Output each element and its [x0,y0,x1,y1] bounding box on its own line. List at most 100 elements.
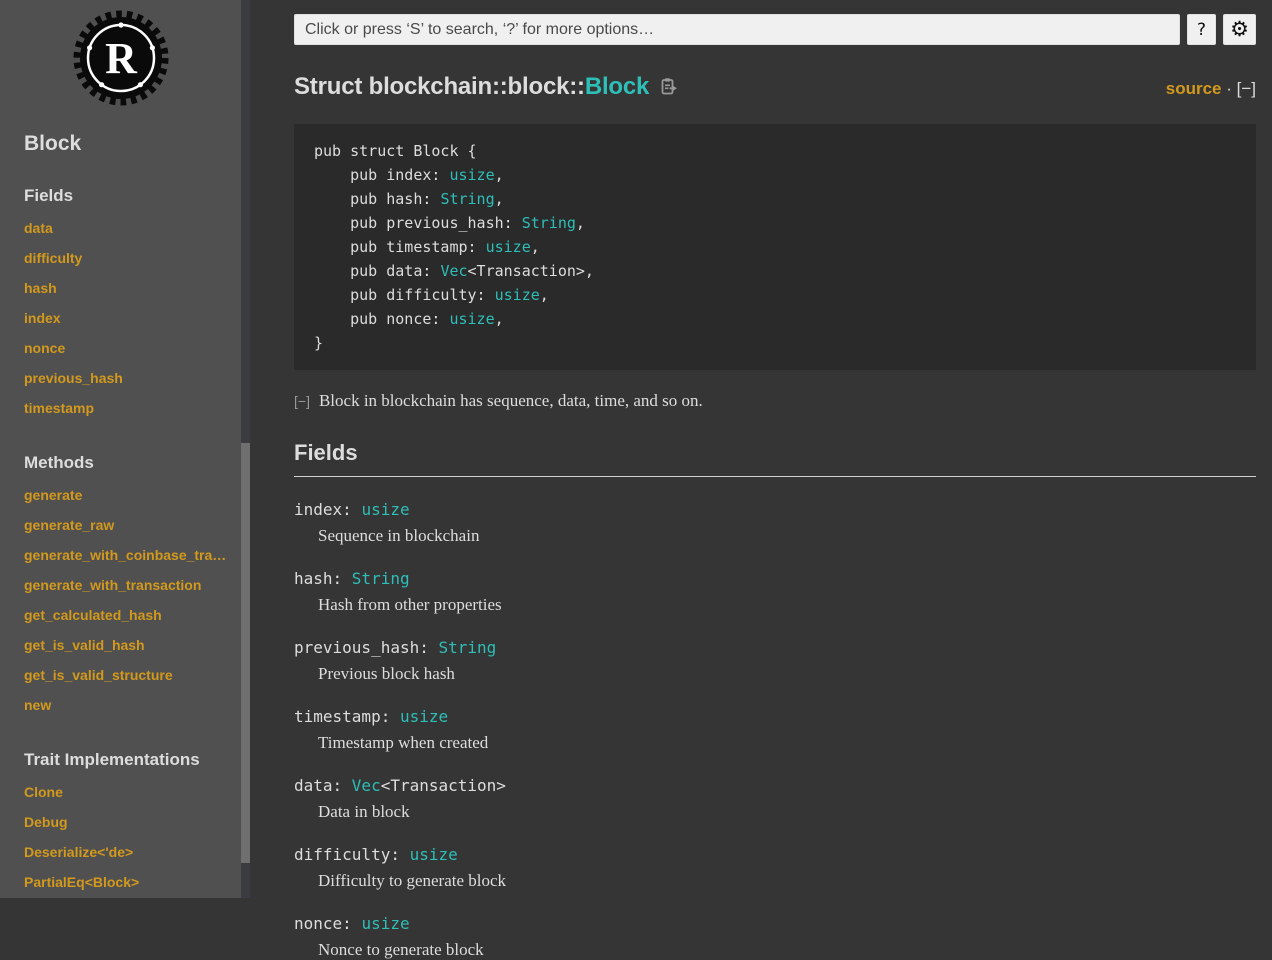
field-signature: index: usize [294,500,1256,519]
type-link[interactable]: usize [400,707,448,726]
copy-path-button[interactable] [659,77,678,99]
type-link[interactable]: Vec [352,776,381,795]
source-link[interactable]: source [1166,79,1222,98]
sidebar-item-hash[interactable]: hash [24,273,230,303]
sidebar-scrollbar[interactable] [241,0,250,898]
type-link[interactable]: usize [495,286,540,304]
field-entry-difficulty: difficulty: usize Difficulty to generate … [294,845,1256,891]
page-title-prefix: Struct blockchain::block:: [294,73,585,100]
code-text: pub data: [314,262,441,280]
field-signature: difficulty: usize [294,845,1256,864]
head-dot: · [1221,79,1237,98]
sidebar-item-previous-hash[interactable]: previous_hash [24,363,230,393]
code-text: , [575,214,585,232]
sidebar-item-get-is-valid-hash[interactable]: get_is_valid_hash [24,630,230,660]
code-text: } [314,334,324,352]
clipboard-arrow-icon [661,78,678,95]
gear-icon: ⚙ [1230,17,1249,41]
sidebar-item-generate-with-transaction[interactable]: generate_with_transaction [24,570,230,600]
struct-declaration: pub struct Block { pub index: usize, pub… [294,124,1256,370]
code-text: <Transaction>, [467,262,594,280]
sidebar-item-get-calculated-hash[interactable]: get_calculated_hash [24,600,230,630]
docblock-collapse-toggle[interactable]: [−] [294,393,310,409]
code-text: pub struct Block { [314,142,477,160]
sidebar-heading-fields: Fields [24,186,74,205]
sidebar-item-index[interactable]: index [24,303,230,333]
code-text: pub index: [314,166,450,184]
field-entry-previous_hash: previous_hash: String Previous block hash [294,638,1256,684]
logo-wrap[interactable]: R [0,0,241,106]
main-content: ? ⚙ Struct blockchain::block::Block sour… [250,0,1272,960]
field-signature: data: Vec<Transaction> [294,776,1256,795]
sidebar-item-partialeq-block-[interactable]: PartialEq<Block> [24,867,230,897]
sidebar-item-deserialize-de-[interactable]: Deserialize<'de> [24,837,230,867]
sidebar-heading-trait-implementations: Trait Implementations [24,750,200,769]
type-link[interactable]: String [352,569,410,588]
field-description: Hash from other properties [318,595,502,614]
field-entry-index: index: usize Sequence in blockchain [294,500,1256,546]
docblock-text: Block in blockchain has sequence, data, … [318,391,703,410]
type-link[interactable]: usize [361,914,409,933]
declaration-line: pub previous_hash: String, [314,211,1236,235]
field-signature: nonce: usize [294,914,1256,933]
struct-name-link[interactable]: Block [585,73,650,100]
sidebar-item-get-is-valid-structure[interactable]: get_is_valid_structure [24,660,230,690]
code-text: , [494,310,504,328]
sidebar-item-nonce[interactable]: nonce [24,333,230,363]
type-link[interactable]: String [440,190,494,208]
sidebar-heading-methods: Methods [24,453,94,472]
page-head: Struct blockchain::block::Block source ·… [294,73,1256,101]
type-link[interactable]: usize [486,238,531,256]
type-link[interactable]: Vec [440,262,467,280]
field-entry-data: data: Vec<Transaction> Data in block [294,776,1256,822]
sidebar-item-generate[interactable]: generate [24,480,230,510]
docblock: [−] Block in blockchain has sequence, da… [294,391,1256,411]
settings-button[interactable]: ⚙ [1223,14,1256,45]
declaration-line: } [314,331,1236,355]
field-name: difficulty: [294,845,410,864]
sidebar-item-timestamp[interactable]: timestamp [24,393,230,423]
declaration-line: pub struct Block { [314,139,1236,163]
sidebar-item-debug[interactable]: Debug [24,807,230,837]
type-link[interactable]: String [439,638,497,657]
collapse-all-toggle[interactable]: [−] [1237,79,1256,98]
type-link[interactable]: usize [449,166,494,184]
sidebar-sections: Fields data difficulty hash index nonce previo… [0,186,241,898]
code-text: <Transaction> [380,776,506,795]
sidebar-scrollbar-thumb[interactable] [241,443,250,863]
code-text: , [530,238,540,256]
field-name: index: [294,500,362,519]
fields-section-heading: Fields [294,440,1256,477]
sidebar-item-new[interactable]: new [24,690,230,720]
code-text: pub nonce: [314,310,450,328]
sidebar-item-difficulty[interactable]: difficulty [24,243,230,273]
sidebar-item-generate-raw[interactable]: generate_raw [24,510,230,540]
declaration-line: pub timestamp: usize, [314,235,1236,259]
type-link[interactable]: String [522,214,576,232]
search-row: ? ⚙ [294,14,1256,45]
type-link[interactable]: usize [361,500,409,519]
field-name: hash: [294,569,352,588]
sidebar-item-data[interactable]: data [24,213,230,243]
type-link[interactable]: usize [410,845,458,864]
field-entry-nonce: nonce: usize Nonce to generate block [294,914,1256,960]
rust-gear-logo-icon: R [73,10,168,106]
fields-list: index: usize Sequence in blockchain hash: … [294,500,1256,960]
type-link[interactable]: usize [449,310,494,328]
help-button[interactable]: ? [1187,14,1216,45]
sidebar-item-generate-with-coinbase-transaction[interactable]: generate_with_coinbase_transaction [24,540,230,570]
search-input[interactable] [294,14,1180,45]
field-name: nonce: [294,914,362,933]
declaration-line: pub data: Vec<Transaction>, [314,259,1236,283]
declaration-line: pub index: usize, [314,163,1236,187]
sidebar-item-clone[interactable]: Clone [24,777,230,807]
code-text: pub timestamp: [314,238,486,256]
field-description: Nonce to generate block [318,940,484,959]
svg-text:R: R [105,34,138,83]
field-description: Difficulty to generate block [318,871,507,890]
declaration-line: pub hash: String, [314,187,1236,211]
head-right: source · [−] [1166,79,1256,99]
field-description: Previous block hash [318,664,455,683]
field-description: Timestamp when created [318,733,489,752]
field-name: previous_hash: [294,638,439,657]
